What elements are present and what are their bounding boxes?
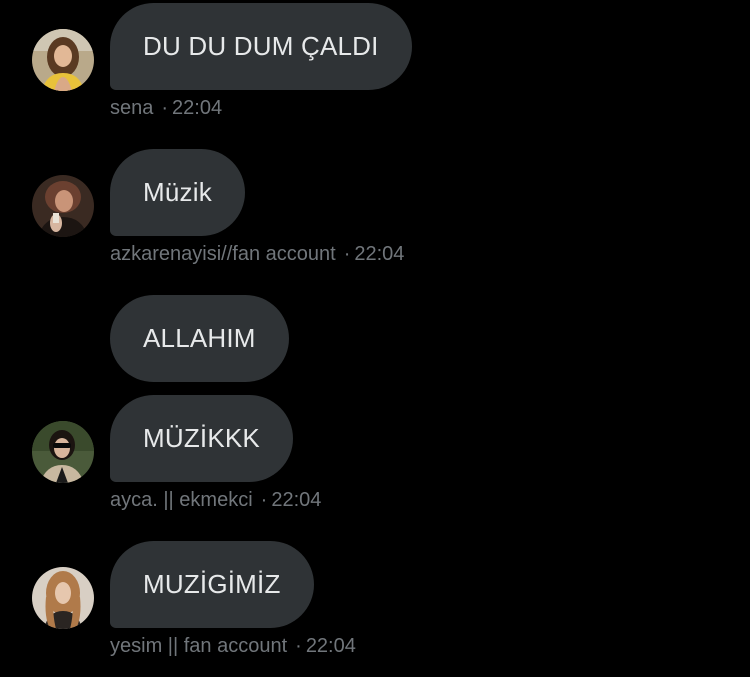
author-name[interactable]: yesim || fan account bbox=[110, 635, 287, 657]
avatar-icon bbox=[32, 421, 94, 483]
separator: · bbox=[260, 489, 268, 511]
separator: · bbox=[343, 243, 351, 265]
timestamp: 22:04 bbox=[271, 489, 322, 511]
message-meta: ayca. || ekmekci · 22:04 bbox=[110, 489, 321, 512]
message-bubble[interactable]: MUZİGİMİZ bbox=[110, 541, 314, 628]
message-meta: azkarenayisi//fan account · 22:04 bbox=[110, 243, 404, 266]
avatar-icon bbox=[32, 29, 94, 91]
author-name[interactable]: ayca. || ekmekci bbox=[110, 489, 253, 511]
separator: · bbox=[295, 635, 302, 657]
message-text: MÜZİKKK bbox=[143, 423, 260, 453]
avatar[interactable] bbox=[32, 29, 94, 91]
message-text: MUZİGİMİZ bbox=[143, 569, 281, 599]
message-meta: yesim || fan account · 22:04 bbox=[110, 635, 356, 658]
avatar[interactable] bbox=[32, 175, 94, 237]
message-text: ALLAHIM bbox=[143, 323, 256, 353]
message-bubble[interactable]: ALLAHIM bbox=[110, 295, 289, 382]
separator: · bbox=[161, 97, 169, 119]
avatar-icon bbox=[32, 175, 94, 237]
author-name[interactable]: azkarenayisi//fan account bbox=[110, 243, 336, 265]
message-bubble[interactable]: MÜZİKKK bbox=[110, 395, 293, 482]
message-text: Müzik bbox=[143, 177, 212, 207]
author-name[interactable]: sena bbox=[110, 97, 153, 119]
timestamp: 22:04 bbox=[305, 635, 356, 657]
timestamp: 22:04 bbox=[354, 243, 405, 265]
message-meta: sena · 22:04 bbox=[110, 97, 222, 120]
avatar-icon bbox=[32, 567, 94, 629]
timestamp: 22:04 bbox=[172, 97, 223, 119]
message-text: DU DU DUM ÇALDI bbox=[143, 31, 379, 61]
message-bubble[interactable]: Müzik bbox=[110, 149, 245, 236]
avatar[interactable] bbox=[32, 421, 94, 483]
avatar[interactable] bbox=[32, 567, 94, 629]
message-bubble[interactable]: DU DU DUM ÇALDI bbox=[110, 3, 412, 90]
